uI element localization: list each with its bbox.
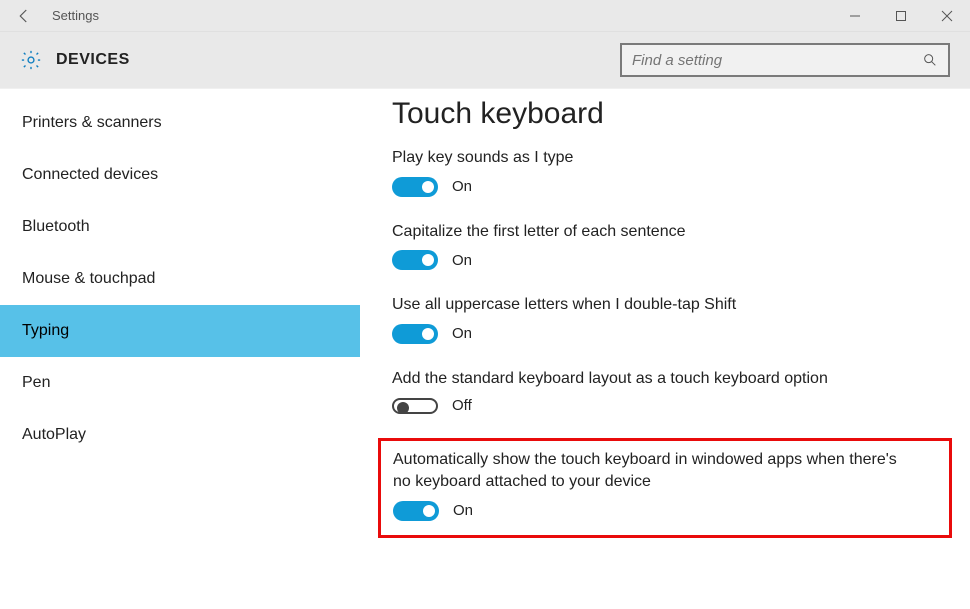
highlighted-setting-box: Automatically show the touch keyboard in… xyxy=(378,438,952,537)
toggle-state-text: On xyxy=(452,325,472,342)
back-button[interactable] xyxy=(0,0,48,32)
content-pane: Touch keyboard Play key sounds as I type… xyxy=(360,89,970,609)
setting-play-key-sounds: Play key sounds as I type On xyxy=(392,147,940,197)
sidebar-item-typing[interactable]: Typing xyxy=(0,305,360,357)
sidebar-item-printers-scanners[interactable]: Printers & scanners xyxy=(0,97,360,149)
setting-label: Add the standard keyboard layout as a to… xyxy=(392,368,912,390)
toggle-play-key-sounds[interactable] xyxy=(392,177,438,197)
search-icon xyxy=(922,52,938,68)
setting-capitalize-first-letter: Capitalize the first letter of each sent… xyxy=(392,221,940,271)
toggle-standard-keyboard-layout[interactable] xyxy=(392,398,438,414)
sidebar-item-label: Mouse & touchpad xyxy=(22,270,155,288)
sidebar-item-autoplay[interactable]: AutoPlay xyxy=(0,409,360,461)
toggle-state-text: On xyxy=(452,178,472,195)
toggle-uppercase-double-tap-shift[interactable] xyxy=(392,324,438,344)
category-title: DEVICES xyxy=(56,51,130,69)
toggle-auto-show-touch-keyboard[interactable] xyxy=(393,501,439,521)
setting-auto-show-touch-keyboard: Automatically show the touch keyboard in… xyxy=(393,449,937,520)
gear-icon xyxy=(20,49,42,71)
search-input[interactable] xyxy=(632,52,922,69)
sidebar: Printers & scanners Connected devices Bl… xyxy=(0,89,360,609)
sidebar-item-label: Pen xyxy=(22,374,50,392)
header-row: DEVICES xyxy=(0,32,970,88)
setting-standard-keyboard-layout: Add the standard keyboard layout as a to… xyxy=(392,368,940,415)
sidebar-item-label: Printers & scanners xyxy=(22,114,162,132)
sidebar-item-mouse-touchpad[interactable]: Mouse & touchpad xyxy=(0,253,360,305)
setting-label: Capitalize the first letter of each sent… xyxy=(392,221,912,243)
sidebar-item-connected-devices[interactable]: Connected devices xyxy=(0,149,360,201)
sidebar-item-label: Typing xyxy=(22,322,69,340)
setting-label: Automatically show the touch keyboard in… xyxy=(393,449,913,492)
window-title: Settings xyxy=(48,8,99,23)
sidebar-item-pen[interactable]: Pen xyxy=(0,357,360,409)
sidebar-item-label: Connected devices xyxy=(22,166,158,184)
sidebar-item-label: Bluetooth xyxy=(22,218,90,236)
sidebar-item-bluetooth[interactable]: Bluetooth xyxy=(0,201,360,253)
setting-label: Play key sounds as I type xyxy=(392,147,912,169)
setting-label: Use all uppercase letters when I double-… xyxy=(392,294,912,316)
close-button[interactable] xyxy=(924,0,970,32)
maximize-button[interactable] xyxy=(878,0,924,32)
toggle-capitalize-first-letter[interactable] xyxy=(392,250,438,270)
section-title: Touch keyboard xyxy=(392,97,940,131)
sidebar-item-label: AutoPlay xyxy=(22,426,86,444)
minimize-button[interactable] xyxy=(832,0,878,32)
search-box[interactable] xyxy=(620,43,950,77)
toggle-state-text: On xyxy=(452,252,472,269)
toggle-state-text: Off xyxy=(452,397,472,414)
body: Printers & scanners Connected devices Bl… xyxy=(0,88,970,609)
toggle-state-text: On xyxy=(453,502,473,519)
title-bar: Settings xyxy=(0,0,970,32)
setting-uppercase-double-tap-shift: Use all uppercase letters when I double-… xyxy=(392,294,940,344)
settings-window: Settings DEVICES xyxy=(0,0,970,609)
